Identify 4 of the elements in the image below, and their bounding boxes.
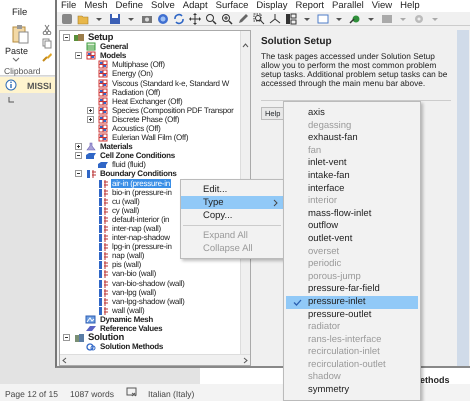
group-label: Clipboard [4, 65, 40, 78]
panel-title: Solution Setup [261, 36, 333, 48]
info-text: MISSI [27, 80, 52, 93]
document-text: ethods [420, 374, 450, 387]
